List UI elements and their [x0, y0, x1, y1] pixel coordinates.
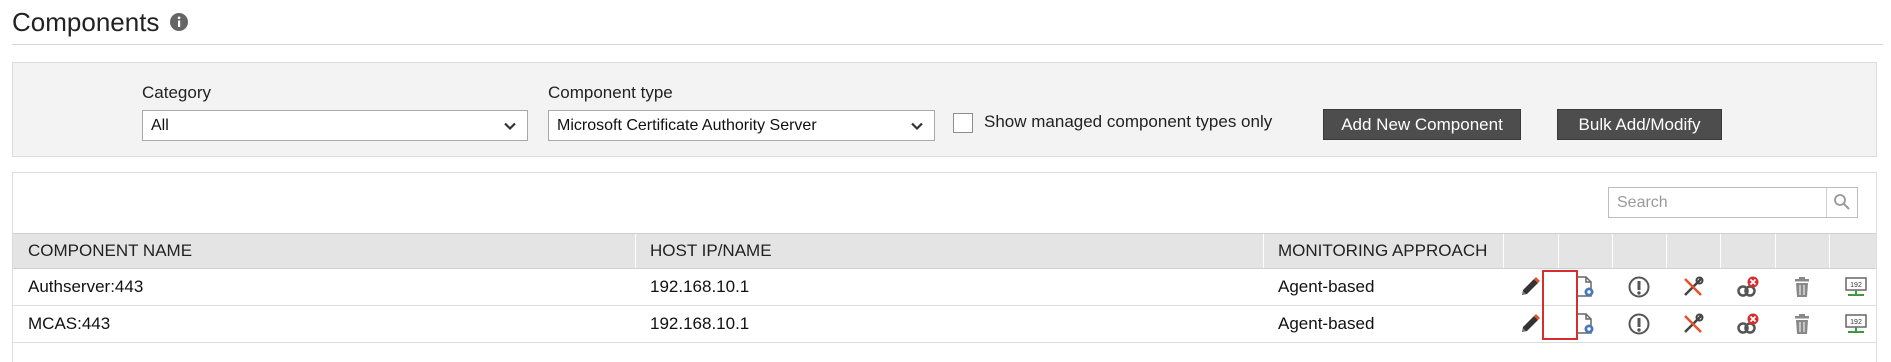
- page-title: Components: [12, 6, 160, 37]
- search-icon[interactable]: [1833, 193, 1851, 211]
- column-divider: [1558, 234, 1559, 268]
- ip-monitor-icon[interactable]: 192: [1843, 311, 1869, 337]
- unmanage-icon[interactable]: [1735, 311, 1761, 337]
- column-divider: [1612, 234, 1613, 268]
- title-divider: [12, 44, 1883, 45]
- approach-cell: Agent-based: [1278, 314, 1375, 333]
- components-table-panel: Search COMPONENT NAME HOST IP/NAME MONIT…: [12, 172, 1877, 362]
- component-type-select[interactable]: Microsoft Certificate Authority Server: [548, 110, 935, 141]
- category-label: Category: [142, 83, 211, 102]
- column-header-monitoring-approach[interactable]: MONITORING APPROACH: [1278, 234, 1487, 268]
- edit-pencil-icon[interactable]: [1517, 274, 1543, 300]
- column-header-component-name[interactable]: COMPONENT NAME: [28, 234, 192, 268]
- chevron-down-icon: [504, 122, 516, 131]
- filter-panel: Category All Component type Microsoft Ce…: [12, 62, 1877, 157]
- bulk-add-modify-button[interactable]: Bulk Add/Modify: [1557, 109, 1722, 140]
- component-name-cell[interactable]: MCAS:443: [28, 306, 110, 342]
- search-placeholder: Search: [1617, 194, 1668, 211]
- show-managed-label: Show managed component types only: [984, 112, 1273, 131]
- chevron-down-icon: [911, 122, 923, 131]
- column-divider: [1775, 234, 1776, 268]
- search-box[interactable]: Search: [1608, 187, 1858, 218]
- column-divider: [635, 234, 636, 268]
- info-icon[interactable]: [1626, 311, 1652, 337]
- tools-icon[interactable]: [1680, 311, 1706, 337]
- host-cell: 192.168.10.1: [650, 314, 750, 333]
- ip-monitor-icon[interactable]: 192: [1843, 274, 1869, 300]
- component-type-select-value: Microsoft Certificate Authority Server: [557, 116, 817, 134]
- edit-pencil-icon[interactable]: [1517, 311, 1543, 337]
- category-select[interactable]: All: [142, 110, 528, 141]
- category-select-value: All: [151, 116, 169, 134]
- unmanage-icon[interactable]: [1735, 274, 1761, 300]
- column-divider: [1503, 234, 1504, 268]
- info-circle-icon[interactable]: [169, 12, 189, 32]
- column-header-host[interactable]: HOST IP/NAME: [650, 234, 772, 268]
- show-managed-checkbox[interactable]: [953, 113, 973, 133]
- host-cell: 192.168.10.1: [650, 277, 750, 296]
- delete-trash-icon[interactable]: [1789, 274, 1815, 300]
- column-divider: [1720, 234, 1721, 268]
- tools-icon[interactable]: [1680, 274, 1706, 300]
- svg-text:192: 192: [1850, 282, 1862, 289]
- search-divider: [1826, 188, 1827, 217]
- table-row: MCAS:443 192.168.10.1 Agent-based 192: [13, 306, 1876, 343]
- column-divider: [1666, 234, 1667, 268]
- table-row: Authserver:443 192.168.10.1 Agent-based …: [13, 269, 1876, 306]
- column-divider: [1263, 234, 1264, 268]
- delete-trash-icon[interactable]: [1789, 311, 1815, 337]
- column-divider: [1829, 234, 1830, 268]
- add-new-component-button[interactable]: Add New Component: [1323, 109, 1521, 140]
- component-name-cell[interactable]: Authserver:443: [28, 269, 143, 305]
- page-header: Components: [12, 4, 189, 40]
- approach-cell: Agent-based: [1278, 277, 1375, 296]
- highlight-box: [1542, 270, 1578, 340]
- svg-text:192: 192: [1850, 319, 1862, 326]
- info-icon[interactable]: [1626, 274, 1652, 300]
- table-header: COMPONENT NAME HOST IP/NAME MONITORING A…: [13, 233, 1876, 269]
- component-type-label: Component type: [548, 83, 673, 102]
